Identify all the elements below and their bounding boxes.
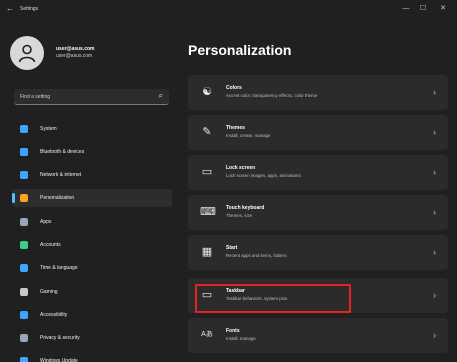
card-description: Recent apps and items, folders (226, 253, 287, 258)
title-bar: ← Settings — ☐ ✕ (0, 0, 457, 20)
chevron-right-icon: › (433, 127, 436, 137)
sidebar-item-label: Accounts (40, 242, 61, 248)
card-themes[interactable]: ✎ Themes Install, create, manage › (188, 115, 448, 150)
card-title: Lock screen (226, 165, 256, 171)
sidebar-item-label: Personalization (40, 195, 75, 201)
maximize-button[interactable]: ☐ (416, 5, 430, 13)
card-description: Accent color, transparency effects, colo… (226, 93, 318, 98)
user-name: user@asus.com (56, 46, 95, 52)
chevron-right-icon: › (433, 87, 436, 97)
palette-icon: ☯ (202, 86, 212, 98)
sidebar-item-label: Windows Update (40, 358, 78, 362)
card-fonts[interactable]: Aあ Fonts Install, manage › (188, 318, 448, 353)
chevron-right-icon: › (433, 207, 436, 217)
sidebar-item-label: Apps (40, 219, 52, 225)
card-description: Themes, size (226, 213, 253, 218)
apps-icon (20, 218, 28, 226)
start-icon: ▦ (201, 246, 213, 258)
card-title: Touch keyboard (226, 205, 265, 211)
bluetooth-icon (20, 148, 28, 156)
avatar[interactable] (10, 36, 44, 70)
shield-icon (20, 334, 28, 342)
sidebar-item-label: Bluetooth & devices (40, 149, 85, 155)
card-description: Lock screen images, apps, animations (226, 173, 301, 178)
chevron-right-icon: › (433, 290, 436, 300)
person-icon (20, 241, 28, 249)
sidebar-item-time-language[interactable]: Time & language (12, 259, 172, 277)
card-start[interactable]: ▦ Start Recent apps and items, folders › (188, 235, 448, 270)
back-arrow-icon[interactable]: ← (6, 4, 14, 13)
search-input[interactable]: Find a setting ⌕ (14, 89, 169, 105)
taskbar-highlight-box (195, 284, 351, 313)
search-icon[interactable]: ⌕ (159, 91, 163, 101)
monitor-icon (20, 125, 28, 133)
page-title: Personalization (188, 42, 292, 58)
chevron-right-icon: › (433, 167, 436, 177)
pen-icon: ✎ (202, 126, 212, 138)
active-indicator (12, 193, 15, 203)
app-title: Settings (20, 6, 39, 12)
user-email: user@asus.com (56, 53, 93, 59)
card-title: Start (226, 245, 238, 251)
chevron-right-icon: › (433, 247, 436, 257)
search-placeholder: Find a setting (20, 94, 51, 100)
card-title: Fonts (226, 328, 240, 334)
sidebar-item-label: Accessibility (40, 312, 68, 318)
minimize-button[interactable]: — (399, 5, 413, 13)
sidebar-item-system[interactable]: System (12, 120, 172, 138)
card-lock-screen[interactable]: ▭ Lock screen Lock screen images, apps, an… (188, 155, 448, 190)
sidebar-item-network-internet[interactable]: Network & internet (12, 166, 172, 184)
update-icon (20, 357, 28, 362)
fonts-icon: Aあ (201, 331, 213, 338)
sidebar-item-label: System (40, 126, 57, 132)
gamepad-icon (20, 288, 28, 296)
sidebar-item-bluetooth-devices[interactable]: Bluetooth & devices (12, 143, 172, 161)
sidebar-item-label: Network & internet (40, 172, 82, 178)
close-button[interactable]: ✕ (436, 5, 450, 13)
card-title: Themes (226, 125, 245, 131)
keyboard-icon: ⌨ (200, 206, 216, 218)
card-title: Colors (226, 85, 242, 91)
settings-window: ← Settings — ☐ ✕ user@asus.com user@asus… (0, 0, 457, 362)
sidebar-item-windows-update[interactable]: Windows Update (12, 352, 172, 362)
sidebar-item-label: Gaming (40, 289, 58, 295)
sidebar-item-personalization[interactable]: Personalization (12, 189, 172, 207)
card-colors[interactable]: ☯ Colors Accent color, transparency effect… (188, 75, 448, 110)
brush-icon (20, 194, 28, 202)
wifi-icon (20, 171, 28, 179)
sidebar-item-accessibility[interactable]: Accessibility (12, 306, 172, 324)
card-description: Install, manage (226, 336, 256, 341)
lock-screen-icon: ▭ (201, 166, 213, 178)
sidebar-item-gaming[interactable]: Gaming (12, 283, 172, 301)
globe-clock-icon (20, 264, 28, 272)
user-profile[interactable]: user@asus.com user@asus.com (10, 36, 180, 70)
sidebar-item-privacy-security[interactable]: Privacy & security (12, 329, 172, 347)
accessibility-icon (20, 311, 28, 319)
sidebar-item-label: Time & language (40, 265, 78, 271)
chevron-right-icon: › (433, 330, 436, 340)
sidebar-item-apps[interactable]: Apps (12, 213, 172, 231)
card-description: Install, create, manage (226, 133, 271, 138)
sidebar-item-accounts[interactable]: Accounts (12, 236, 172, 254)
person-icon (18, 44, 36, 63)
card-touch-keyboard[interactable]: ⌨ Touch keyboard Themes, size › (188, 195, 448, 230)
sidebar-item-label: Privacy & security (40, 335, 80, 341)
